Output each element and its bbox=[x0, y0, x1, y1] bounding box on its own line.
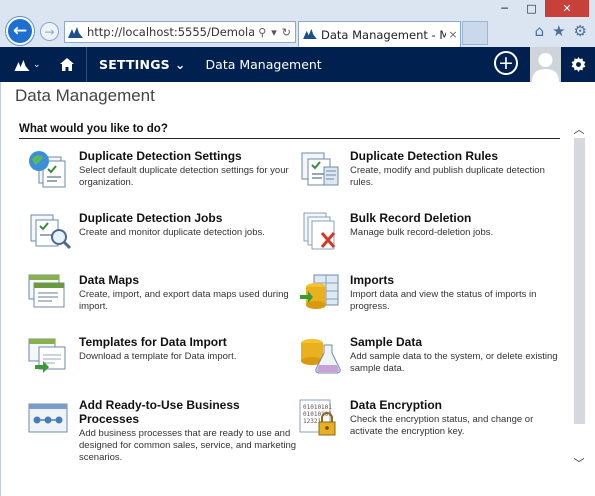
home-button[interactable] bbox=[48, 58, 86, 71]
favorites-star-icon[interactable]: ★ bbox=[552, 22, 565, 40]
item-description: Select default duplicate detection setti… bbox=[79, 165, 289, 188]
tab-close-icon[interactable]: × bbox=[446, 28, 460, 41]
minimize-button[interactable]: ─ bbox=[491, 0, 518, 17]
templates-for-data-import-item[interactable]: Templates for Data Import Download a tem… bbox=[27, 335, 297, 379]
crm-navbar: ⌄ SETTINGS ⌄ Data Management + bbox=[0, 47, 595, 82]
item-title[interactable]: Duplicate Detection Settings bbox=[79, 149, 297, 163]
avatar[interactable] bbox=[530, 47, 561, 82]
close-window-button[interactable]: ✕ bbox=[545, 0, 589, 17]
window-controls: ─ □ ✕ bbox=[491, 0, 589, 17]
data-maps-item[interactable]: Data Maps Create, import, and export dat… bbox=[27, 273, 297, 317]
dynamics-logo-icon bbox=[14, 59, 30, 71]
browser-chrome: ─ □ ✕ ← → http://localhost:5555/Demolab/… bbox=[0, 0, 595, 47]
scroll-down-icon[interactable]: ﹀ bbox=[573, 456, 585, 470]
tab-title: Data Management - Micros… bbox=[321, 27, 446, 42]
business-processes-icon bbox=[27, 398, 79, 442]
item-title[interactable]: Sample Data bbox=[350, 335, 568, 349]
chevron-down-icon: ⌄ bbox=[174, 57, 186, 72]
item-title[interactable]: Data Maps bbox=[79, 273, 297, 287]
item-description: Create and monitor duplicate detection j… bbox=[79, 227, 265, 238]
item-description: Manage bulk record-deletion jobs. bbox=[350, 227, 494, 238]
vertical-scrollbar[interactable]: ︿ ﹀ bbox=[573, 122, 585, 470]
home-icon bbox=[60, 58, 74, 71]
url-text[interactable]: http://localhost:5555/Demolab/main bbox=[87, 25, 254, 39]
plus-icon: + bbox=[498, 51, 514, 74]
data-encryption-icon: 01010101 01010101 12321 bbox=[298, 398, 350, 442]
page-title: Data Management bbox=[15, 86, 155, 105]
add-button[interactable]: + bbox=[494, 51, 518, 75]
imports-item[interactable]: Imports Import data and view the status … bbox=[298, 273, 568, 317]
user-silhouette-icon bbox=[532, 53, 559, 82]
address-bar[interactable]: http://localhost:5555/Demolab/main ⚲ ▾ ↻ bbox=[64, 21, 296, 43]
item-description: Download a template for Data import. bbox=[79, 351, 237, 362]
item-title[interactable]: Imports bbox=[350, 273, 568, 287]
section-heading: What would you like to do? bbox=[19, 123, 560, 139]
item-title[interactable]: Duplicate Detection Jobs bbox=[79, 211, 297, 225]
scrollbar-thumb[interactable] bbox=[574, 138, 585, 424]
item-description: Add sample data to the system, or delete… bbox=[350, 351, 558, 374]
arrow-right-icon: → bbox=[44, 24, 55, 39]
settings-menu[interactable]: SETTINGS ⌄ bbox=[87, 57, 196, 72]
item-description: Import data and view the status of impor… bbox=[350, 289, 537, 312]
refresh-icon[interactable]: ↻ bbox=[282, 26, 291, 39]
item-title[interactable]: Bulk Record Deletion bbox=[350, 211, 568, 225]
item-title[interactable]: Templates for Data Import bbox=[79, 335, 297, 349]
svg-text:01010101: 01010101 bbox=[303, 404, 332, 411]
bulk-record-deletion-item[interactable]: Bulk Record Deletion Manage bulk record-… bbox=[298, 211, 568, 255]
data-encryption-item[interactable]: 01010101 01010101 12321 Data Encryption … bbox=[298, 398, 568, 442]
duplicate-detection-rules-icon bbox=[298, 149, 350, 193]
item-title[interactable]: Data Encryption bbox=[350, 398, 568, 412]
item-description: Add business processes that are ready to… bbox=[79, 428, 297, 463]
settings-label: SETTINGS bbox=[99, 57, 170, 72]
forward-button[interactable]: → bbox=[40, 22, 59, 41]
main-content: Data Management What would you like to d… bbox=[0, 82, 595, 496]
settings-button[interactable] bbox=[561, 47, 595, 82]
back-button[interactable]: ← bbox=[6, 17, 34, 45]
item-description: Create, modify and publish duplicate det… bbox=[350, 165, 545, 188]
duplicate-detection-settings-item[interactable]: Duplicate Detection Settings Select defa… bbox=[27, 149, 297, 193]
business-processes-item[interactable]: Add Ready-to-Use Business Processes Add … bbox=[27, 398, 297, 464]
item-description: Check the encryption status, and change … bbox=[350, 414, 534, 437]
duplicate-detection-jobs-icon bbox=[27, 211, 79, 255]
new-tab-button[interactable] bbox=[462, 21, 488, 45]
templates-icon bbox=[27, 335, 79, 379]
sample-data-icon bbox=[298, 335, 350, 379]
settings-gear-icon[interactable]: ⚙ bbox=[574, 22, 587, 40]
duplicate-detection-settings-icon bbox=[27, 149, 79, 193]
chevron-down-icon: ⌄ bbox=[33, 59, 41, 70]
dynamics-logo-icon bbox=[68, 26, 83, 38]
duplicate-detection-jobs-item[interactable]: Duplicate Detection Jobs Create and moni… bbox=[27, 211, 297, 255]
breadcrumb[interactable]: Data Management bbox=[196, 57, 322, 72]
item-title[interactable]: Duplicate Detection Rules bbox=[350, 149, 568, 163]
home-icon[interactable]: ⌂ bbox=[535, 22, 545, 40]
sample-data-item[interactable]: Sample Data Add sample data to the syste… bbox=[298, 335, 568, 379]
imports-icon bbox=[298, 273, 350, 317]
bulk-record-deletion-icon bbox=[298, 211, 350, 255]
duplicate-detection-rules-item[interactable]: Duplicate Detection Rules Create, modify… bbox=[298, 149, 568, 193]
app-menu-button[interactable]: ⌄ bbox=[0, 59, 48, 71]
scroll-up-icon[interactable]: ︿ bbox=[573, 122, 585, 136]
data-maps-icon bbox=[27, 273, 79, 317]
item-description: Create, import, and export data maps use… bbox=[79, 289, 289, 312]
item-title[interactable]: Add Ready-to-Use Business Processes bbox=[79, 398, 297, 426]
gear-icon bbox=[571, 57, 585, 72]
svg-text:01010101: 01010101 bbox=[303, 411, 332, 418]
browser-tab[interactable]: Data Management - Micros… × bbox=[298, 21, 461, 47]
arrow-left-icon: ← bbox=[12, 21, 28, 41]
search-icon[interactable]: ⚲ bbox=[258, 26, 266, 39]
dropdown-icon[interactable]: ▾ bbox=[271, 26, 277, 39]
dynamics-logo-icon bbox=[303, 28, 317, 42]
maximize-button[interactable]: □ bbox=[518, 0, 545, 17]
